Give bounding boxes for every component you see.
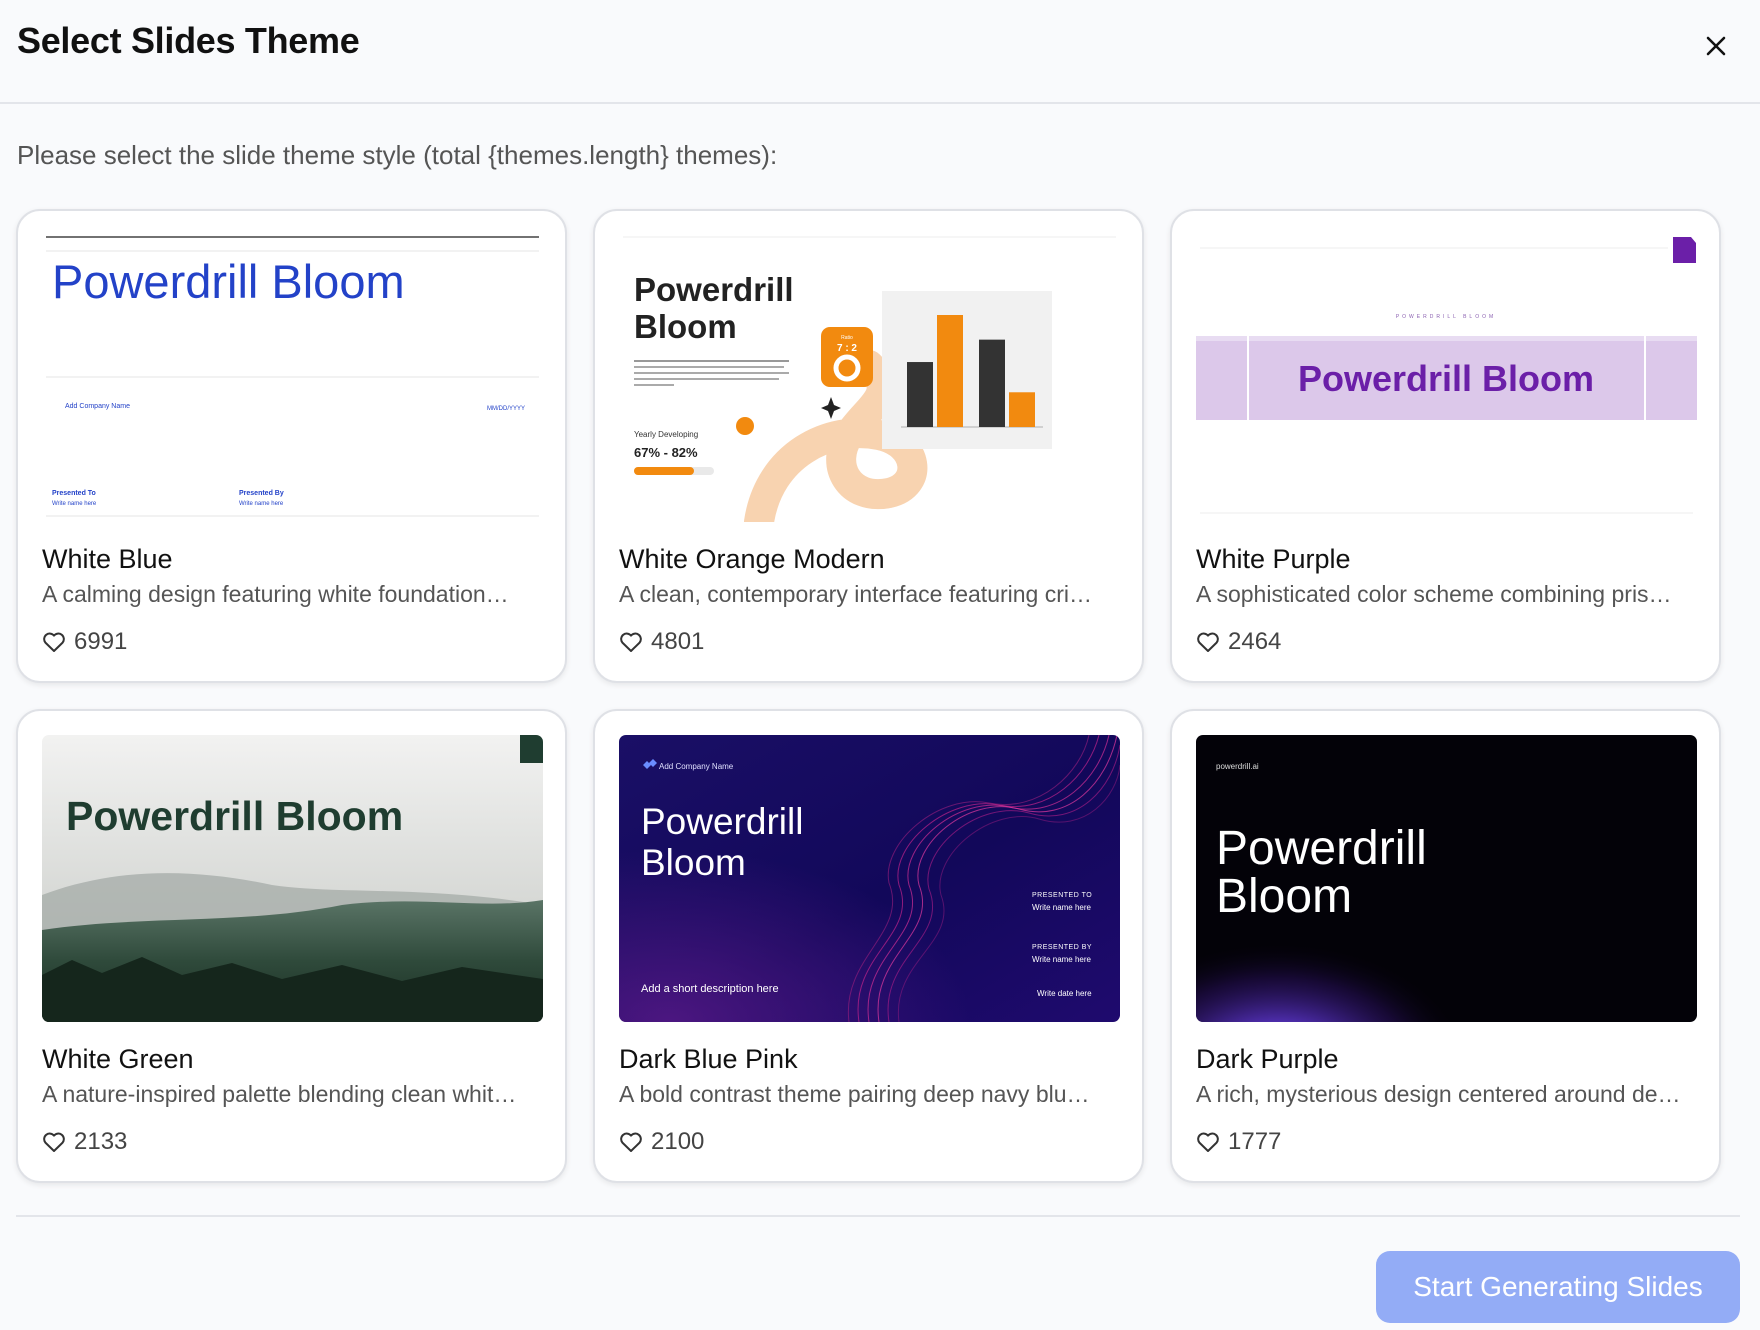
theme-preview-white-orange-modern: Powerdrill Bloom Yearly Developing 67% -… bbox=[619, 235, 1120, 522]
theme-preview-white-blue: Powerdrill Bloom Add Company Name MM/DD/… bbox=[42, 235, 543, 522]
preview-heading: Powerdrill Bloom bbox=[66, 793, 403, 839]
preview-heading-line1: Powerdrill bbox=[641, 801, 803, 842]
theme-likes[interactable]: 2464 bbox=[1196, 628, 1281, 656]
theme-preview-white-green: Powerdrill Bloom bbox=[42, 735, 543, 1022]
preview-heading-line2: Bloom bbox=[634, 308, 737, 345]
preview-heading-line2: Bloom bbox=[641, 842, 746, 883]
preview-site: powerdrill.ai bbox=[1216, 762, 1259, 771]
preview-company: Add Company Name bbox=[65, 403, 130, 410]
theme-card-white-green[interactable]: Powerdrill Bloom White Green A nature-in… bbox=[16, 709, 567, 1183]
theme-card-dark-purple[interactable]: powerdrill.ai Powerdrill Bloom Dark Purp… bbox=[1170, 709, 1721, 1183]
theme-title: White Purple bbox=[1196, 544, 1351, 574]
theme-title: White Orange Modern bbox=[619, 544, 885, 574]
preview-ratio: 7 : 2 bbox=[837, 343, 857, 354]
theme-card-white-blue[interactable]: Powerdrill Bloom Add Company Name MM/DD/… bbox=[16, 209, 567, 683]
start-generating-button[interactable]: Start Generating Slides bbox=[1376, 1251, 1740, 1323]
theme-grid: Powerdrill Bloom Add Company Name MM/DD/… bbox=[16, 209, 1724, 1184]
heart-icon[interactable] bbox=[1196, 1131, 1220, 1153]
preview-presented-by: PRESENTED BY bbox=[1032, 944, 1092, 951]
theme-description: A clean, contemporary interface featurin… bbox=[619, 581, 1093, 607]
theme-preview-dark-blue-pink: Add Company Name Powerdrill Bloom PRESEN… bbox=[619, 735, 1120, 1022]
theme-likes[interactable]: 1777 bbox=[1196, 1128, 1281, 1156]
preview-heading-line1: Powerdrill bbox=[1216, 822, 1427, 875]
theme-card-white-purple[interactable]: POWERDRILL BLOOM Powerdrill Bloom White … bbox=[1170, 209, 1721, 683]
preview-progress-bar bbox=[634, 467, 694, 475]
heart-icon[interactable] bbox=[1196, 631, 1220, 653]
heart-icon[interactable] bbox=[619, 1131, 643, 1153]
preview-chart-bar bbox=[979, 339, 1005, 427]
like-count: 2100 bbox=[651, 1128, 705, 1155]
theme-likes[interactable]: 2133 bbox=[42, 1128, 127, 1156]
theme-title: Dark Purple bbox=[1196, 1044, 1339, 1074]
preview-date: MM/DD/YYYY bbox=[487, 406, 525, 412]
heart-icon[interactable] bbox=[42, 631, 66, 653]
preview-chart-bar bbox=[937, 315, 963, 427]
preview-description: Add a short description here bbox=[641, 983, 779, 995]
preview-company: Add Company Name bbox=[659, 762, 734, 771]
preview-presented-to: PRESENTED TO bbox=[1032, 892, 1092, 899]
preview-ratio-label: Ratio bbox=[841, 335, 853, 341]
preview-name-by: Write name here bbox=[1032, 955, 1092, 964]
preview-metric-label: Yearly Developing bbox=[634, 430, 698, 439]
preview-chart-bar bbox=[907, 362, 933, 427]
close-icon[interactable] bbox=[1698, 28, 1734, 64]
preview-heading: Powerdrill Bloom bbox=[1298, 358, 1594, 399]
theme-title: White Green bbox=[42, 1044, 194, 1074]
theme-card-white-orange-modern[interactable]: Powerdrill Bloom Yearly Developing 67% -… bbox=[593, 209, 1144, 683]
theme-description: A rich, mysterious design centered aroun… bbox=[1196, 1081, 1681, 1107]
dialog-header: Select Slides Theme bbox=[0, 0, 1760, 104]
footer-divider bbox=[16, 1215, 1740, 1217]
theme-description: A sophisticated color scheme combining p… bbox=[1196, 581, 1672, 607]
preview-ratio-badge: Ratio 7 : 2 bbox=[821, 327, 873, 387]
preview-date: Write date here bbox=[1037, 989, 1092, 998]
theme-count-prompt: Please select the slide theme style (tot… bbox=[17, 140, 778, 170]
preview-kicker: POWERDRILL BLOOM bbox=[1396, 314, 1496, 320]
theme-preview-dark-purple: powerdrill.ai Powerdrill Bloom bbox=[1196, 735, 1697, 1022]
preview-metric: 67% - 82% bbox=[634, 445, 698, 460]
theme-likes[interactable]: 6991 bbox=[42, 628, 127, 656]
theme-title: Dark Blue Pink bbox=[619, 1044, 798, 1074]
preview-heading: Powerdrill Bloom bbox=[52, 255, 405, 308]
like-count: 1777 bbox=[1228, 1128, 1282, 1155]
preview-presented-by: Presented By bbox=[239, 490, 284, 497]
theme-likes[interactable]: 4801 bbox=[619, 628, 704, 656]
theme-description: A bold contrast theme pairing deep navy … bbox=[619, 1081, 1090, 1107]
preview-name-to: Write name here bbox=[52, 501, 97, 507]
preview-heading-line2: Bloom bbox=[1216, 870, 1352, 923]
like-count: 2133 bbox=[74, 1128, 128, 1155]
theme-description: A calming design featuring white foundat… bbox=[42, 581, 509, 607]
like-count: 4801 bbox=[651, 628, 705, 655]
heart-icon[interactable] bbox=[42, 1131, 66, 1153]
preview-presented-to: Presented To bbox=[52, 490, 96, 497]
dialog-title: Select Slides Theme bbox=[17, 20, 360, 61]
theme-description: A nature-inspired palette blending clean… bbox=[42, 1081, 517, 1107]
preview-heading-line1: Powerdrill bbox=[634, 271, 794, 308]
heart-icon[interactable] bbox=[619, 631, 643, 653]
preview-chart-bar bbox=[1009, 392, 1035, 427]
theme-likes[interactable]: 2100 bbox=[619, 1128, 704, 1156]
like-count: 2464 bbox=[1228, 628, 1282, 655]
theme-title: White Blue bbox=[42, 544, 173, 574]
theme-preview-white-purple: POWERDRILL BLOOM Powerdrill Bloom bbox=[1196, 235, 1697, 522]
theme-card-dark-blue-pink[interactable]: Add Company Name Powerdrill Bloom PRESEN… bbox=[593, 709, 1144, 1183]
preview-name-by: Write name here bbox=[239, 501, 284, 507]
like-count: 6991 bbox=[74, 628, 128, 655]
preview-name-to: Write name here bbox=[1032, 903, 1092, 912]
